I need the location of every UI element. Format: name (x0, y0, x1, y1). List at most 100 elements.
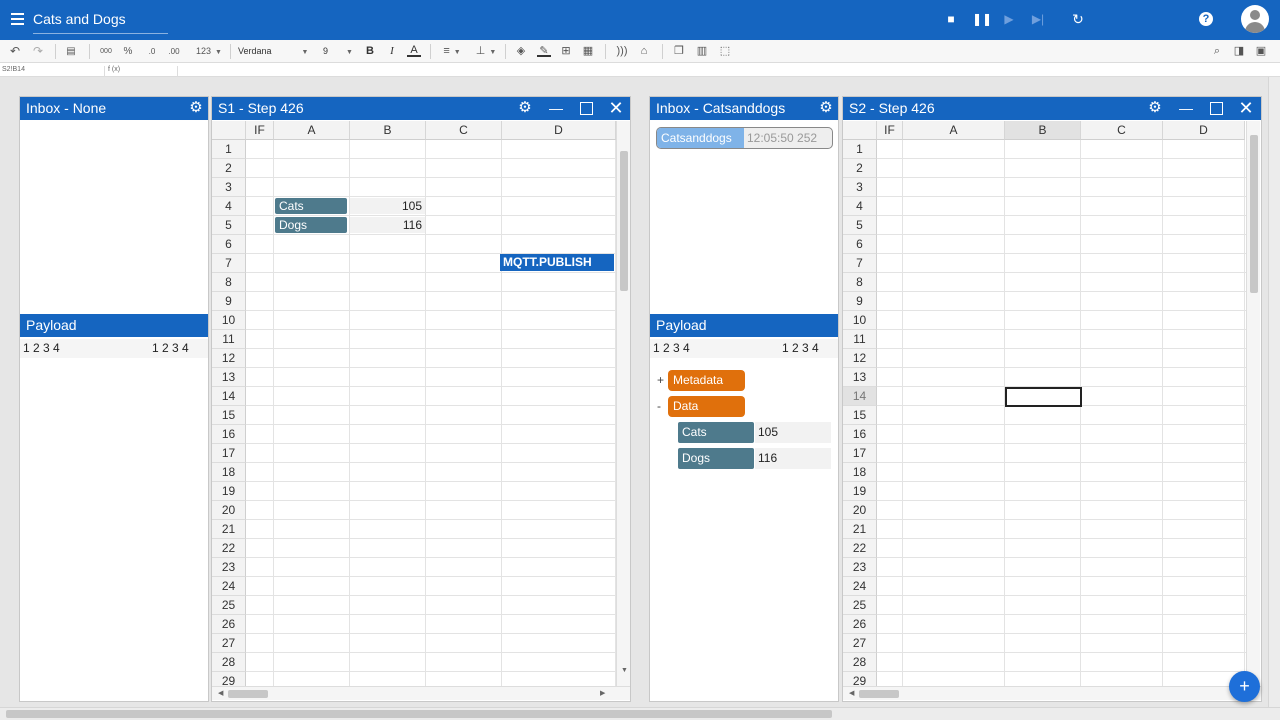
column-header-3[interactable]: C (426, 121, 502, 140)
page-horizontal-scrollbar[interactable] (0, 707, 1280, 720)
font-family-select[interactable]: Verdana ▼ (236, 43, 316, 60)
row-header[interactable]: 26 (212, 615, 246, 634)
column-header-0[interactable]: IF (877, 121, 903, 140)
layout-icon[interactable]: ◨ (1232, 44, 1246, 59)
account-icon[interactable] (1241, 5, 1269, 33)
gear-icon[interactable]: ⚙ (188, 100, 204, 116)
row-header[interactable]: 25 (212, 596, 246, 615)
row-header[interactable]: 21 (843, 520, 877, 539)
row-header[interactable]: 14 (212, 387, 246, 406)
row-header[interactable]: 17 (212, 444, 246, 463)
row-header[interactable]: 3 (843, 178, 877, 197)
row-header[interactable]: 29 (843, 672, 877, 686)
scroll-thumb[interactable] (6, 710, 832, 718)
row-header[interactable]: 29 (212, 672, 246, 686)
redo-icon[interactable]: ↷ (31, 44, 45, 59)
row-header[interactable]: 15 (843, 406, 877, 425)
bold-button[interactable]: B (363, 44, 377, 59)
horizontal-scrollbar[interactable]: ◀ (843, 686, 1261, 700)
row-header[interactable]: 1 (212, 140, 246, 159)
column-header-4[interactable]: D (502, 121, 616, 140)
column-header-2[interactable]: B (1005, 121, 1081, 140)
row-header[interactable]: 20 (843, 501, 877, 520)
row-header[interactable]: 15 (212, 406, 246, 425)
row-header[interactable]: 11 (212, 330, 246, 349)
align-horizontal-icon[interactable]: ≡ ▼ (440, 44, 464, 59)
grid-corner[interactable] (212, 121, 246, 140)
maximize-icon[interactable] (580, 102, 593, 115)
scroll-right-icon[interactable]: ▶ (600, 689, 605, 697)
fullscreen-icon[interactable]: ▣ (1254, 44, 1268, 59)
row-header[interactable]: 16 (843, 425, 877, 444)
select-icon[interactable]: ⬚ (718, 44, 732, 59)
gear-icon[interactable]: ⚙ (1147, 100, 1163, 116)
app-title[interactable]: Cats and Dogs (33, 11, 168, 34)
scroll-thumb[interactable] (859, 690, 899, 698)
close-icon[interactable]: ✕ (608, 99, 624, 117)
increase-decimals-icon[interactable]: .00 (165, 44, 183, 59)
minimize-icon[interactable]: — (1178, 100, 1194, 116)
align-vertical-icon[interactable]: ⊥ ▼ (474, 44, 498, 59)
mqtt-icon[interactable]: ))) (615, 44, 629, 59)
row-header[interactable]: 7 (843, 254, 877, 273)
row-header[interactable]: 22 (212, 539, 246, 558)
thousands-format-button[interactable]: 000 (97, 44, 115, 59)
row-header[interactable]: 10 (843, 311, 877, 330)
fill-color-icon[interactable]: ◈ (514, 44, 528, 59)
column-header-1[interactable]: A (274, 121, 350, 140)
horizontal-scrollbar[interactable]: ◀ ▶ (212, 686, 630, 700)
cell-b4[interactable]: 105 (350, 198, 425, 214)
row-header[interactable]: 19 (843, 482, 877, 501)
row-header[interactable]: 21 (212, 520, 246, 539)
chart-icon[interactable]: ▥ (695, 44, 709, 59)
vertical-scrollbar[interactable] (1246, 121, 1260, 686)
cell-b5[interactable]: 116 (350, 217, 425, 233)
row-header[interactable]: 10 (212, 311, 246, 330)
cell-a4[interactable]: Cats (275, 198, 347, 214)
column-header-4[interactable]: D (1163, 121, 1245, 140)
inbox-message-item[interactable]: Catsanddogs 12:05:50 252 (656, 127, 833, 149)
row-header[interactable]: 24 (843, 577, 877, 596)
row-header[interactable]: 11 (843, 330, 877, 349)
spreadsheet-grid[interactable]: IF A B C D 1 2 3 4 5 6 7 8 9 10 11 12 13 14 15 16 17 18 19 20 21 2… (843, 121, 1246, 686)
row-header[interactable]: 27 (212, 634, 246, 653)
row-header[interactable]: 27 (843, 634, 877, 653)
cell-a5[interactable]: Dogs (275, 217, 347, 233)
maximize-icon[interactable] (1210, 102, 1223, 115)
text-color-button[interactable]: A (407, 44, 421, 57)
row-header[interactable]: 12 (843, 349, 877, 368)
formula-input[interactable]: f (x) (108, 66, 178, 77)
row-header[interactable]: 23 (212, 558, 246, 577)
number-format-select[interactable]: 123 ▼ (192, 44, 226, 59)
skip-icon[interactable]: ▶| (1031, 12, 1045, 26)
row-header[interactable]: 18 (843, 463, 877, 482)
reload-icon[interactable]: ↻ (1071, 12, 1085, 26)
row-header[interactable]: 18 (212, 463, 246, 482)
cell-d7-mqtt-publish[interactable]: MQTT.PUBLISH (500, 254, 614, 271)
row-header[interactable]: 23 (843, 558, 877, 577)
stop-icon[interactable]: ■ (944, 12, 958, 26)
row-header[interactable]: 8 (212, 273, 246, 292)
row-header[interactable]: 13 (212, 368, 246, 387)
row-header[interactable]: 13 (843, 368, 877, 387)
add-panel-button[interactable]: + (1229, 671, 1260, 702)
font-size-select[interactable]: 9 ▼ (323, 43, 355, 60)
border-color-icon[interactable]: ✎ (537, 44, 551, 57)
row-header[interactable]: 24 (212, 577, 246, 596)
row-header[interactable]: 12 (212, 349, 246, 368)
column-header-1[interactable]: A (903, 121, 1005, 140)
undo-icon[interactable]: ↶ (8, 44, 22, 59)
minimize-icon[interactable]: — (548, 100, 564, 116)
scroll-thumb[interactable] (1250, 135, 1258, 293)
help-icon[interactable]: ? (1199, 12, 1213, 26)
percent-format-button[interactable]: % (121, 44, 135, 59)
italic-button[interactable]: I (385, 44, 399, 59)
row-header[interactable]: 5 (843, 216, 877, 235)
tag-icon[interactable]: ⌂ (637, 44, 651, 59)
row-header[interactable]: 17 (843, 444, 877, 463)
borders-icon[interactable]: ⊞ (559, 44, 573, 59)
expand-toggle[interactable]: + (657, 373, 664, 387)
row-header[interactable]: 5 (212, 216, 246, 235)
decrease-decimals-icon[interactable]: .0 (143, 44, 161, 59)
copy-icon[interactable]: ❐ (672, 44, 686, 59)
